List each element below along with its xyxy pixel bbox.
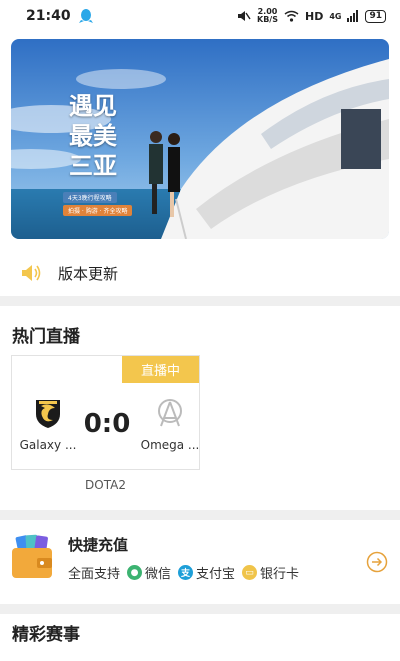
payment-method-wechat: 微信 <box>145 567 172 582</box>
bankcard-icon: ▭ <box>242 565 258 580</box>
team-right-name: Omega ... <box>140 438 200 452</box>
wechat-icon: ● <box>127 565 143 580</box>
promo-banner[interactable]: 遇见 最美 三亚 4天3晚行程攻略 拍摄 · 购游 · 齐全攻略 <box>11 39 389 239</box>
arrow-right-icon[interactable] <box>366 551 388 573</box>
section-title-hot-live: 热门直播 <box>12 327 80 347</box>
version-update-label: 版本更新 <box>58 264 119 283</box>
quick-recharge-title: 快捷充值 <box>68 536 129 554</box>
omega-team-logo-icon <box>158 399 182 427</box>
network-type: HD <box>304 9 324 23</box>
wifi-icon <box>284 10 299 22</box>
battery-icon: 91 <box>365 9 386 23</box>
payment-methods: 全面支持 ● 微信 支 支付宝 ▭ 银行卡 <box>68 563 299 582</box>
version-update-row[interactable]: 版本更新 <box>0 250 400 296</box>
team-left-name: Galaxy ... <box>19 438 77 452</box>
game-name: DOTA2 <box>85 478 126 492</box>
banner-tag: 拍摄 · 购游 · 齐全攻略 <box>63 205 133 216</box>
live-match-card[interactable]: 直播中 Galaxy ... 0:0 Omega ... <box>11 355 200 470</box>
galaxy-team-logo-icon <box>36 400 60 428</box>
wallet-icon <box>12 534 52 578</box>
status-time: 21:40 <box>26 8 71 24</box>
banner-tag: 4天3晚行程攻略 <box>63 192 117 203</box>
mute-icon <box>238 11 251 21</box>
payment-method-bankcard: 银行卡 <box>260 567 300 582</box>
quick-recharge-section[interactable]: 快捷充值 全面支持 ● 微信 支 支付宝 ▭ 银行卡 <box>0 520 400 604</box>
status-icons: 2.00 KB/S HD 4G 91 <box>237 8 386 24</box>
banner-section: 遇见 最美 三亚 4天3晚行程攻略 拍摄 · 购游 · 齐全攻略 <box>0 32 400 250</box>
payment-method-alipay: 支付宝 <box>196 567 236 582</box>
alipay-icon: 支 <box>178 565 194 580</box>
featured-events-section: 精彩赛事 <box>0 614 400 661</box>
hot-live-section: 热门直播 直播中 Galaxy ... 0:0 Omega ... DOTA2 <box>0 306 400 510</box>
section-title-featured-events: 精彩赛事 <box>12 625 80 645</box>
team-right: Omega ... <box>140 396 200 452</box>
signal-type: 4G <box>329 11 342 21</box>
team-left: Galaxy ... <box>18 396 78 452</box>
signal-icon <box>347 10 359 22</box>
live-status-badge: 直播中 <box>122 356 199 383</box>
support-label: 全面支持 <box>68 567 121 582</box>
speaker-icon <box>22 265 41 281</box>
match-score: 0:0 <box>83 409 131 439</box>
status-bar: 21:40 2.00 KB/S HD 4G 91 <box>0 0 400 32</box>
qq-icon <box>78 9 93 23</box>
network-speed: 2.00 KB/S <box>257 7 278 24</box>
banner-title: 遇见 最美 三亚 <box>69 91 117 180</box>
